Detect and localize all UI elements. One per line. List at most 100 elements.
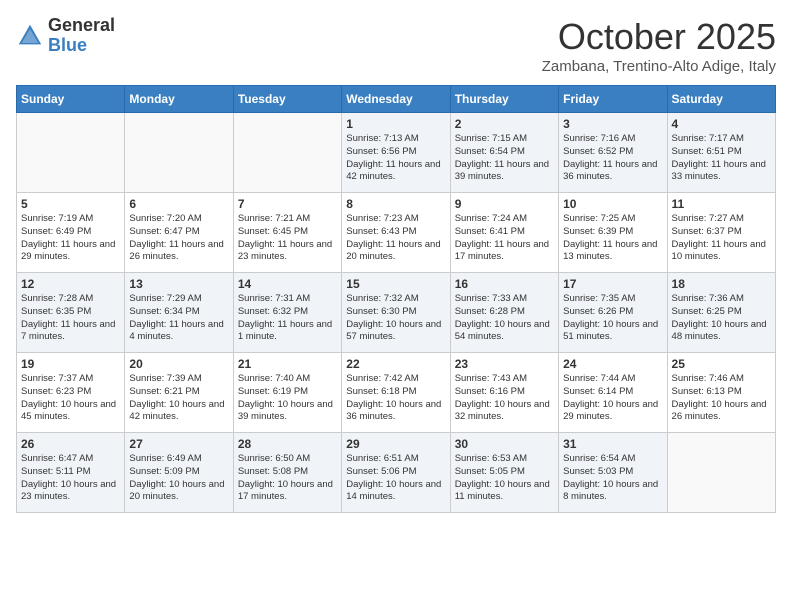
cell-info: Sunrise: 7:43 AM Sunset: 6:16 PM Dayligh…: [455, 373, 554, 424]
day-number: 17: [563, 277, 662, 291]
day-number: 24: [563, 357, 662, 371]
cell-info: Sunrise: 7:46 AM Sunset: 6:13 PM Dayligh…: [672, 373, 771, 424]
day-number: 30: [455, 437, 554, 451]
day-header-wednesday: Wednesday: [342, 86, 450, 113]
day-header-saturday: Saturday: [667, 86, 775, 113]
cell-info: Sunrise: 7:23 AM Sunset: 6:43 PM Dayligh…: [346, 213, 445, 264]
cell-info: Sunrise: 7:29 AM Sunset: 6:34 PM Dayligh…: [129, 293, 228, 344]
day-number: 13: [129, 277, 228, 291]
cell-info: Sunrise: 7:24 AM Sunset: 6:41 PM Dayligh…: [455, 213, 554, 264]
week-row-1: 1Sunrise: 7:13 AM Sunset: 6:56 PM Daylig…: [17, 113, 776, 193]
month-title: October 2025: [542, 16, 776, 58]
day-number: 22: [346, 357, 445, 371]
day-number: 26: [21, 437, 120, 451]
cell-info: Sunrise: 6:53 AM Sunset: 5:05 PM Dayligh…: [455, 453, 554, 504]
day-number: 25: [672, 357, 771, 371]
day-number: 18: [672, 277, 771, 291]
calendar-cell: 31 Sunrise: 6:54 AM Sunset: 5:03 PM Dayli…: [559, 433, 667, 513]
calendar-cell: 9 Sunrise: 7:24 AM Sunset: 6:41 PM Daylig…: [450, 193, 558, 273]
day-number: 2: [455, 117, 554, 131]
cell-info: Sunrise: 7:28 AM Sunset: 6:35 PM Dayligh…: [21, 293, 120, 344]
day-number: 29: [346, 437, 445, 451]
day-number: 16: [455, 277, 554, 291]
location-subtitle: Zambana, Trentino-Alto Adige, Italy: [542, 58, 776, 75]
day-number: 15: [346, 277, 445, 291]
cell-info: Sunrise: 6:54 AM Sunset: 5:03 PM Dayligh…: [563, 453, 662, 504]
day-header-sunday: Sunday: [17, 86, 125, 113]
logo-general-text: General: [48, 15, 115, 35]
calendar-cell: 26 Sunrise: 6:47 AM Sunset: 5:11 PM Dayli…: [17, 433, 125, 513]
cell-info: Sunrise: 6:51 AM Sunset: 5:06 PM Dayligh…: [346, 453, 445, 504]
week-row-5: 26 Sunrise: 6:47 AM Sunset: 5:11 PM Dayli…: [17, 433, 776, 513]
calendar-table: SundayMondayTuesdayWednesdayThursdayFrid…: [16, 85, 776, 513]
calendar-cell: [233, 113, 341, 193]
cell-info: Sunrise: 6:47 AM Sunset: 5:11 PM Dayligh…: [21, 453, 120, 504]
calendar-cell: 3Sunrise: 7:16 AM Sunset: 6:52 PM Daylig…: [559, 113, 667, 193]
calendar-cell: [125, 113, 233, 193]
day-number: 6: [129, 197, 228, 211]
calendar-cell: 13 Sunrise: 7:29 AM Sunset: 6:34 PM Dayli…: [125, 273, 233, 353]
day-number: 1: [346, 117, 445, 131]
calendar-cell: 24 Sunrise: 7:44 AM Sunset: 6:14 PM Dayli…: [559, 353, 667, 433]
cell-info: Sunrise: 6:49 AM Sunset: 5:09 PM Dayligh…: [129, 453, 228, 504]
logo: General Blue: [16, 16, 115, 56]
cell-info: Sunrise: 7:16 AM Sunset: 6:52 PM Dayligh…: [563, 133, 662, 184]
calendar-cell: 8 Sunrise: 7:23 AM Sunset: 6:43 PM Daylig…: [342, 193, 450, 273]
day-number: 20: [129, 357, 228, 371]
day-number: 19: [21, 357, 120, 371]
calendar-cell: 28 Sunrise: 6:50 AM Sunset: 5:08 PM Dayli…: [233, 433, 341, 513]
cell-info: Sunrise: 7:32 AM Sunset: 6:30 PM Dayligh…: [346, 293, 445, 344]
calendar-cell: 25 Sunrise: 7:46 AM Sunset: 6:13 PM Dayli…: [667, 353, 775, 433]
calendar-cell: 4 Sunrise: 7:17 AM Sunset: 6:51 PM Daylig…: [667, 113, 775, 193]
cell-info: Sunrise: 7:25 AM Sunset: 6:39 PM Dayligh…: [563, 213, 662, 264]
calendar-cell: 11 Sunrise: 7:27 AM Sunset: 6:37 PM Dayli…: [667, 193, 775, 273]
calendar-cell: 27 Sunrise: 6:49 AM Sunset: 5:09 PM Dayli…: [125, 433, 233, 513]
cell-info: Sunrise: 7:37 AM Sunset: 6:23 PM Dayligh…: [21, 373, 120, 424]
day-number: 7: [238, 197, 337, 211]
day-number: 9: [455, 197, 554, 211]
calendar-cell: 17Sunrise: 7:35 AM Sunset: 6:26 PM Dayli…: [559, 273, 667, 353]
page-header: General Blue October 2025 Zambana, Trent…: [16, 16, 776, 75]
cell-info: Sunrise: 6:50 AM Sunset: 5:08 PM Dayligh…: [238, 453, 337, 504]
calendar-cell: 12 Sunrise: 7:28 AM Sunset: 6:35 PM Dayli…: [17, 273, 125, 353]
day-number: 27: [129, 437, 228, 451]
calendar-cell: 1Sunrise: 7:13 AM Sunset: 6:56 PM Daylig…: [342, 113, 450, 193]
day-number: 23: [455, 357, 554, 371]
day-number: 4: [672, 117, 771, 131]
day-number: 8: [346, 197, 445, 211]
cell-info: Sunrise: 7:42 AM Sunset: 6:18 PM Dayligh…: [346, 373, 445, 424]
day-header-thursday: Thursday: [450, 86, 558, 113]
day-header-monday: Monday: [125, 86, 233, 113]
day-number: 12: [21, 277, 120, 291]
week-row-2: 5Sunrise: 7:19 AM Sunset: 6:49 PM Daylig…: [17, 193, 776, 273]
day-number: 21: [238, 357, 337, 371]
calendar-cell: 22 Sunrise: 7:42 AM Sunset: 6:18 PM Dayli…: [342, 353, 450, 433]
calendar-cell: 18 Sunrise: 7:36 AM Sunset: 6:25 PM Dayli…: [667, 273, 775, 353]
calendar-cell: 16Sunrise: 7:33 AM Sunset: 6:28 PM Dayli…: [450, 273, 558, 353]
calendar-header-row: SundayMondayTuesdayWednesdayThursdayFrid…: [17, 86, 776, 113]
cell-info: Sunrise: 7:15 AM Sunset: 6:54 PM Dayligh…: [455, 133, 554, 184]
calendar-cell: 14 Sunrise: 7:31 AM Sunset: 6:32 PM Dayli…: [233, 273, 341, 353]
cell-info: Sunrise: 7:17 AM Sunset: 6:51 PM Dayligh…: [672, 133, 771, 184]
title-block: October 2025 Zambana, Trentino-Alto Adig…: [542, 16, 776, 75]
calendar-cell: 29 Sunrise: 6:51 AM Sunset: 5:06 PM Dayli…: [342, 433, 450, 513]
cell-info: Sunrise: 7:27 AM Sunset: 6:37 PM Dayligh…: [672, 213, 771, 264]
calendar-cell: 23 Sunrise: 7:43 AM Sunset: 6:16 PM Dayli…: [450, 353, 558, 433]
calendar-cell: 19 Sunrise: 7:37 AM Sunset: 6:23 PM Dayli…: [17, 353, 125, 433]
day-number: 5: [21, 197, 120, 211]
day-header-friday: Friday: [559, 86, 667, 113]
day-number: 14: [238, 277, 337, 291]
day-number: 11: [672, 197, 771, 211]
cell-info: Sunrise: 7:39 AM Sunset: 6:21 PM Dayligh…: [129, 373, 228, 424]
cell-info: Sunrise: 7:31 AM Sunset: 6:32 PM Dayligh…: [238, 293, 337, 344]
day-number: 28: [238, 437, 337, 451]
day-number: 31: [563, 437, 662, 451]
cell-info: Sunrise: 7:20 AM Sunset: 6:47 PM Dayligh…: [129, 213, 228, 264]
cell-info: Sunrise: 7:44 AM Sunset: 6:14 PM Dayligh…: [563, 373, 662, 424]
calendar-cell: 5Sunrise: 7:19 AM Sunset: 6:49 PM Daylig…: [17, 193, 125, 273]
logo-blue-text: Blue: [48, 35, 87, 55]
cell-info: Sunrise: 7:36 AM Sunset: 6:25 PM Dayligh…: [672, 293, 771, 344]
calendar-cell: [667, 433, 775, 513]
calendar-cell: 15 Sunrise: 7:32 AM Sunset: 6:30 PM Dayli…: [342, 273, 450, 353]
calendar-cell: 30 Sunrise: 6:53 AM Sunset: 5:05 PM Dayli…: [450, 433, 558, 513]
